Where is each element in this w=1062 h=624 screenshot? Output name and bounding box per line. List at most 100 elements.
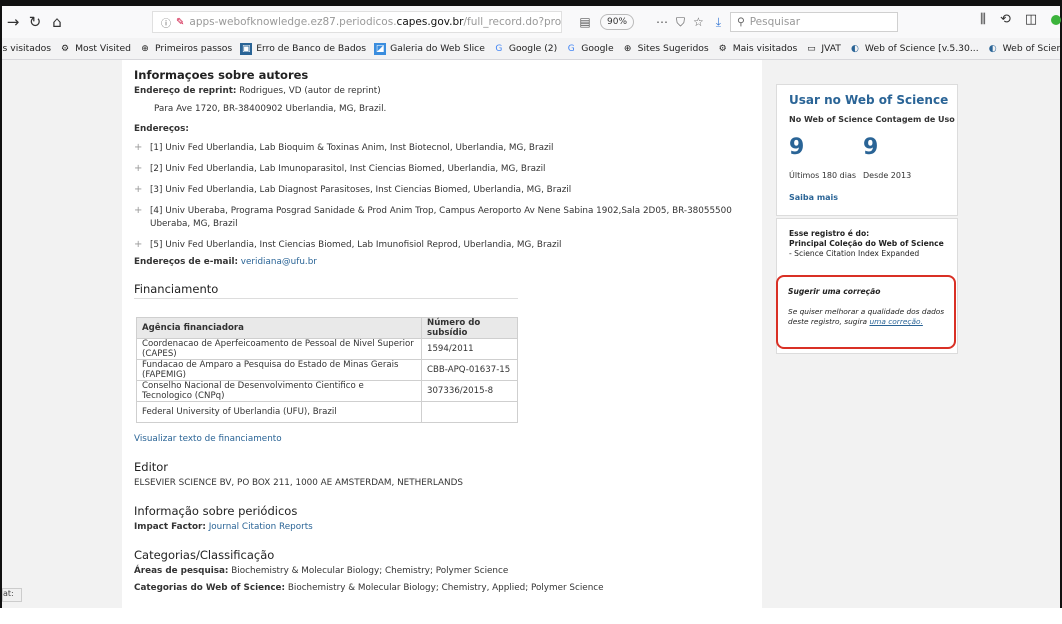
journal-citation-reports-link[interactable]: Journal Citation Reports <box>209 522 313 532</box>
research-areas-value: Biochemistry & Molecular Biology; Chemis… <box>231 566 509 576</box>
home-icon[interactable]: ⌂ <box>46 11 68 33</box>
reprint-label: Endereço de reprint: <box>134 86 237 96</box>
bookmark-item[interactable]: is visitados <box>2 43 51 54</box>
forward-icon[interactable]: → <box>2 11 24 33</box>
funding-section-title: Financiamento <box>134 282 219 296</box>
address-item[interactable]: + [4] Univ Uberaba, Programa Posgrad Sani… <box>134 205 740 231</box>
usage-count-since-2013: 9 <box>863 135 879 160</box>
reload-icon[interactable]: ↻ <box>24 11 46 33</box>
page-icon: ▣ <box>240 42 253 55</box>
globe-icon: ⊕ <box>141 43 149 54</box>
bookmark-label: Primeiros passos <box>154 43 233 54</box>
bookmark-item[interactable]: G Google (2) <box>493 43 557 55</box>
research-areas-row: Áreas de pesquisa: Biochemistry & Molecu… <box>134 566 508 576</box>
expand-icon[interactable]: + <box>134 142 146 155</box>
tracking-protection-icon[interactable]: ✎ <box>176 17 184 28</box>
suggest-correction-link[interactable]: uma correção. <box>869 317 922 326</box>
table-row: Coordenacao de Aperfeicoamento de Pessoa… <box>136 338 518 360</box>
wos-icon: ◐ <box>988 43 997 54</box>
sidebar-icon[interactable]: ◫ <box>1025 12 1037 27</box>
correction-title: Sugerir uma correção <box>788 287 881 296</box>
address-item[interactable]: + [2] Univ Fed Uberlandia, Lab Imunoparas… <box>134 163 740 176</box>
bookmark-item[interactable]: ⊕ Sites Sugeridos <box>622 43 709 55</box>
record-from-collection: Principal Coleção do Web of Science <box>789 239 944 248</box>
zoom-level[interactable]: 90% <box>600 14 635 30</box>
page-actions-icon[interactable]: ⋯ <box>656 15 668 29</box>
learn-more-link[interactable]: Saiba mais <box>789 193 838 202</box>
bookmark-item[interactable]: ◐ Web of Science [v.5.30... <box>849 43 979 55</box>
table-header-row: Agência financiadora Número do subsídio <box>136 317 518 339</box>
record-source-box: Esse registro é do: Principal Coleção do… <box>776 218 958 270</box>
reprint-address: Para Ave 1720, BR-38400902 Uberlandia, M… <box>154 104 387 114</box>
info-icon[interactable]: ⓘ <box>161 15 171 30</box>
address-item[interactable]: + [1] Univ Fed Uberlandia, Lab Bioquim & … <box>134 142 740 155</box>
bookmark-label: Web of Science [v.5.30... <box>864 43 979 54</box>
bookmark-item[interactable]: ⚙ Mais visitados <box>717 43 798 55</box>
usage-title: Usar no Web of Science <box>789 93 949 107</box>
wos-categories-row: Categorias do Web of Science: Biochemist… <box>134 583 604 593</box>
bookmark-item[interactable]: ◐ Web of Science [v.5.30... <box>987 43 1060 55</box>
grant-cell: 307336/2015-8 <box>421 380 518 402</box>
bookmark-item[interactable]: ⊕ Primeiros passos <box>139 43 232 55</box>
bookmarks-bar: is visitados ⚙ Most Visited ⊕ Primeiros pass… <box>2 38 1060 60</box>
col-agency-header: Agência financiadora <box>136 317 422 339</box>
bookmark-item[interactable]: ⚙ Most Visited <box>59 43 131 55</box>
bookmark-label: Web of Science [v.5.30... <box>1002 43 1060 54</box>
agency-cell: Coordenacao de Aperfeicoamento de Pessoa… <box>136 338 422 360</box>
bookmark-item[interactable]: G Google <box>565 43 614 55</box>
impact-factor-label: Impact Factor: <box>134 522 206 532</box>
email-link[interactable]: veridiana@ufu.br <box>241 257 317 267</box>
extension-icon[interactable] <box>1051 15 1062 25</box>
bookmark-item[interactable]: ▣ Erro de Banco de Bados <box>240 42 367 55</box>
funding-divider <box>134 298 518 299</box>
expand-icon[interactable]: + <box>134 163 146 176</box>
url-path: /full_record.do?product <box>463 16 562 28</box>
gear-icon: ⚙ <box>61 43 70 54</box>
address-item[interactable]: + [3] Univ Fed Uberlandia, Lab Diagnost P… <box>134 184 740 197</box>
agency-cell: Conselho Nacional de Desenvolvimento Cie… <box>136 380 422 402</box>
email-label: Endereços de e-mail: <box>134 257 238 267</box>
reprint-value: Rodrigues, VD (autor de reprint) <box>239 86 381 96</box>
bookmark-label: is visitados <box>2 43 52 54</box>
bookmark-item[interactable]: ◪ Galeria do Web Slice <box>374 42 485 55</box>
authors-section-title: Informaçoes sobre autores <box>134 68 309 82</box>
bookmark-item[interactable]: ▭ JVAT <box>805 43 841 55</box>
reader-view-icon[interactable]: ▤ <box>576 13 594 31</box>
download-icon[interactable]: ⤓ <box>716 15 721 30</box>
gear-icon: ⚙ <box>718 43 727 54</box>
table-row: Fundacao de Amparo a Pesquisa do Estado … <box>136 359 518 381</box>
col-grant-header: Número do subsídio <box>421 317 518 339</box>
pocket-icon[interactable]: ⛉ <box>676 15 685 30</box>
folder-icon: ▭ <box>807 43 816 54</box>
correction-text: Se quiser melhorar a qualidade dos dados… <box>788 307 948 327</box>
search-input[interactable]: ⚲ Pesquisar <box>730 12 898 32</box>
address-item[interactable]: + [5] Univ Fed Uberlandia, Inst Ciencias … <box>134 239 740 252</box>
bookmark-label: Mais visitados <box>732 43 798 54</box>
url-field[interactable]: ⓘ ✎ apps-webofknowledge.ez87.periodicos.… <box>152 11 562 33</box>
grant-cell <box>421 401 518 423</box>
toolbar-right-icons: ⫼ ⟲ ◫ <box>980 12 1062 27</box>
wos-categories-label: Categorias do Web of Science: <box>134 583 286 593</box>
suggest-correction-box: Sugerir uma correção Se quiser melhorar … <box>776 275 956 349</box>
url-prefix: apps-webofknowledge.ez87.periodicos. <box>189 16 397 28</box>
usage-label-since-2013: Desde 2013 <box>863 171 912 180</box>
browser-toolbar: → ↻ ⌂ ⓘ ✎ apps-webofknowledge.ez87.perio… <box>2 6 1062 38</box>
bookmark-label: Erro de Banco de Bados <box>256 43 367 54</box>
library-icon[interactable]: ⫼ <box>980 12 986 27</box>
usage-subtitle: No Web of Science Contagem de Uso <box>789 115 955 124</box>
expand-icon[interactable]: + <box>134 184 146 197</box>
expand-icon[interactable]: + <box>134 205 146 231</box>
wos-categories-value: Biochemistry & Molecular Biology; Chemis… <box>287 583 604 593</box>
history-icon[interactable]: ⟲ <box>1000 12 1011 27</box>
bookmark-label: Galeria do Web Slice <box>390 43 485 54</box>
grant-cell: 1594/2011 <box>421 338 518 360</box>
impact-factor-row: Impact Factor: Journal Citation Reports <box>134 522 313 532</box>
page-content: Informaçoes sobre autores Endereço de re… <box>2 60 1060 608</box>
view-funding-text-link[interactable]: Visualizar texto de financiamento <box>134 434 282 444</box>
expand-icon[interactable]: + <box>134 239 146 252</box>
google-icon: G <box>567 43 575 54</box>
reprint-row: Endereço de reprint: Rodrigues, VD (auto… <box>134 86 381 96</box>
categories-title: Categorias/Classificação <box>134 548 275 562</box>
status-bar: at: <box>2 588 22 602</box>
bookmark-star-icon[interactable]: ☆ <box>693 15 704 29</box>
